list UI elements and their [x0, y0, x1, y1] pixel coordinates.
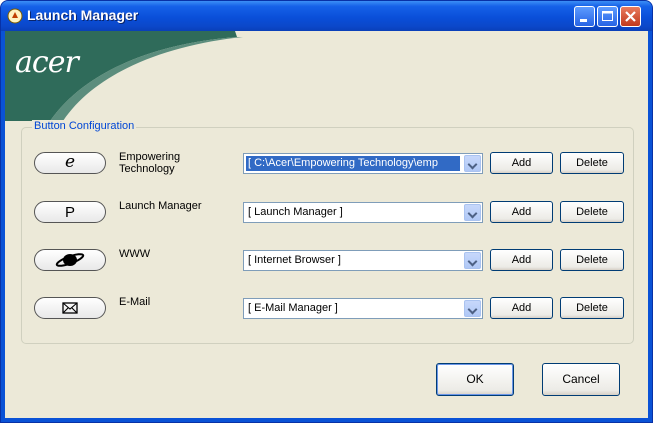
www-key-button[interactable]: [34, 249, 106, 271]
add-button[interactable]: Add: [490, 297, 553, 319]
config-row-email: E-Mail [ E-Mail Manager ] Add Delete: [22, 294, 633, 324]
planet-icon: [55, 253, 85, 267]
chevron-down-icon[interactable]: [464, 155, 481, 172]
close-button[interactable]: [620, 6, 641, 27]
row-label: WWW: [119, 248, 151, 260]
e-icon: e: [64, 152, 76, 172]
app-select[interactable]: [ Internet Browser ]: [243, 250, 483, 271]
empowering-key-button[interactable]: e: [34, 152, 106, 174]
app-select[interactable]: [ C:\Acer\Empowering Technology\emp: [243, 153, 483, 174]
add-button[interactable]: Add: [490, 201, 553, 223]
envelope-icon: [62, 302, 78, 314]
config-row-www: WWW [ Internet Browser ] Add Delete: [22, 246, 633, 276]
select-value: [ Launch Manager ]: [248, 206, 343, 218]
delete-button[interactable]: Delete: [560, 249, 624, 271]
delete-button[interactable]: Delete: [560, 297, 624, 319]
chevron-down-icon[interactable]: [464, 300, 481, 317]
row-label: Empowering Technology: [119, 151, 181, 175]
window-title: Launch Manager: [27, 7, 139, 23]
config-row-launch-manager: P Launch Manager [ Launch Manager ] Add …: [22, 198, 633, 228]
launch-manager-key-button[interactable]: P: [34, 201, 106, 223]
select-value: [ C:\Acer\Empowering Technology\emp: [246, 156, 460, 171]
group-label: Button Configuration: [32, 120, 137, 132]
title-bar[interactable]: Launch Manager: [1, 1, 652, 31]
dialog-body: acer Button Configuration e Empowering T…: [5, 31, 648, 418]
app-icon: [7, 8, 23, 24]
chevron-down-icon[interactable]: [464, 252, 481, 269]
app-select[interactable]: [ E-Mail Manager ]: [243, 298, 483, 319]
select-value: [ E-Mail Manager ]: [248, 302, 338, 314]
acer-logo: acer: [15, 45, 79, 80]
minimize-button[interactable]: [574, 6, 595, 27]
row-label: E-Mail: [119, 296, 151, 308]
acer-banner: [5, 31, 243, 121]
config-row-empowering: e Empowering Technology [ C:\Acer\Empowe…: [22, 149, 633, 179]
ok-button[interactable]: OK: [436, 363, 514, 396]
minimize-icon: [580, 19, 587, 22]
p-icon: P: [64, 204, 75, 221]
delete-button[interactable]: Delete: [560, 152, 624, 174]
row-label: Launch Manager: [119, 200, 202, 212]
launch-manager-window: Launch Manager acer Button Configuration…: [0, 0, 653, 423]
email-key-button[interactable]: [34, 297, 106, 319]
cancel-button[interactable]: Cancel: [542, 363, 620, 396]
maximize-button[interactable]: [597, 6, 618, 27]
select-value: [ Internet Browser ]: [248, 254, 341, 266]
add-button[interactable]: Add: [490, 152, 553, 174]
close-icon: [625, 11, 636, 22]
button-configuration-group: Button Configuration e Empowering Techno…: [21, 120, 634, 344]
app-select[interactable]: [ Launch Manager ]: [243, 202, 483, 223]
add-button[interactable]: Add: [490, 249, 553, 271]
maximize-icon: [602, 11, 613, 21]
chevron-down-icon[interactable]: [464, 204, 481, 221]
delete-button[interactable]: Delete: [560, 201, 624, 223]
